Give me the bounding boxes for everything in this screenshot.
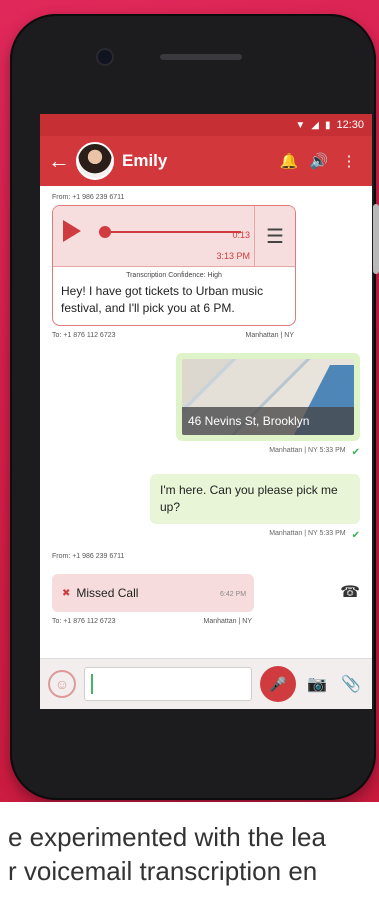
speaker-icon[interactable]: 🔊 [304, 152, 334, 170]
voicemail-location: Manhattan | NY [245, 332, 294, 339]
voicemail-card: 0:13 3:13 PM ☰ Transcription Confidence:… [52, 205, 296, 326]
map-bubble[interactable]: 46 Nevins St, Brooklyn [176, 353, 360, 441]
chat-thread: From: +1 986 239 6711 0:13 3:13 PM ☰ Tra… [40, 186, 372, 633]
delivered-check-icon: ✔ [351, 530, 360, 541]
app-bar: ← Emily 🔔 🔊 ⋮ [40, 136, 372, 186]
location-meta: Manhattan | NY 5:33 PM ✔ [269, 447, 360, 458]
avatar[interactable] [76, 142, 114, 180]
sent-message-bubble[interactable]: I'm here. Can you please pick me up? [150, 474, 360, 524]
wifi-icon: ▼ [295, 119, 306, 131]
audio-elapsed: 0:13 [232, 230, 250, 240]
missed-call-from: From: +1 986 239 6711 [52, 553, 125, 560]
voicemail-from: From: +1 986 239 6711 [52, 194, 125, 201]
microphone-icon[interactable]: 🎤 [260, 666, 296, 702]
voicemail-transcript: Hey! I have got tickets to Urban music f… [61, 284, 264, 315]
voicemail-to: To: +1 876 112 6723 [52, 332, 116, 339]
text-caret [91, 674, 93, 694]
missed-call-icon: ✖ [62, 587, 71, 599]
back-arrow-icon[interactable]: ← [48, 148, 76, 174]
text-message: I'm here. Can you please pick me up? Man… [52, 458, 360, 541]
battery-icon: ▮ [324, 119, 331, 131]
front-camera [98, 50, 112, 64]
missed-call-block: From: +1 986 239 6711 ✖ Missed Call 6:42… [52, 553, 360, 625]
bell-icon[interactable]: 🔔 [274, 152, 304, 170]
emoji-icon[interactable]: ☺ [48, 670, 76, 698]
audio-seek-track[interactable] [101, 231, 241, 233]
phone-screen: ▼ ◢ ▮ 12:30 ← Emily 🔔 🔊 ⋮ From: +1 986 2… [40, 114, 372, 709]
caption-line-1: e experimented with the lea [8, 822, 326, 852]
map-address: 46 Nevins St, Brooklyn [182, 407, 354, 435]
earpiece-speaker [160, 54, 242, 60]
missed-call-label: Missed Call [76, 586, 139, 600]
map-thumbnail: 46 Nevins St, Brooklyn [182, 359, 354, 435]
delivered-check-icon: ✔ [351, 447, 360, 458]
hero-background: ▼ ◢ ▮ 12:30 ← Emily 🔔 🔊 ⋮ From: +1 986 2… [0, 0, 379, 802]
signal-icon: ◢ [311, 119, 319, 131]
location-message: 46 Nevins St, Brooklyn Manhattan | NY 5:… [52, 339, 360, 458]
camera-icon[interactable]: 📷 [304, 671, 330, 697]
caption-line-2: r voicemail transcription en [8, 856, 318, 886]
voicemail-timestamp: 3:13 PM [216, 251, 250, 261]
missed-call-location: Manhattan | NY [203, 618, 252, 625]
side-button [373, 204, 379, 274]
status-bar: ▼ ◢ ▮ 12:30 [40, 114, 372, 136]
status-time: 12:30 [336, 119, 364, 131]
call-back-icon[interactable]: ☎ [340, 582, 360, 602]
missed-call-time: 6:42 PM [219, 591, 247, 598]
missed-call-meta: To: +1 876 112 6723 Manhattan | NY [52, 618, 252, 625]
attachment-icon[interactable]: 📎 [338, 671, 364, 697]
play-icon[interactable] [63, 220, 81, 242]
more-icon[interactable]: ⋮ [334, 152, 364, 170]
missed-call-to: To: +1 876 112 6723 [52, 618, 116, 625]
audio-seek-knob[interactable] [99, 226, 111, 238]
text-message-meta: Manhattan | NY 5:33 PM ✔ [269, 530, 360, 541]
message-composer: ☺ 🎤 📷 📎 [40, 658, 372, 709]
message-input[interactable] [84, 667, 252, 701]
contact-name: Emily [122, 151, 168, 170]
phone-frame: ▼ ◢ ▮ 12:30 ← Emily 🔔 🔊 ⋮ From: +1 986 2… [10, 14, 379, 800]
voicemail-player: 0:13 3:13 PM ☰ [53, 206, 295, 267]
article-caption: e experimented with the lea r voicemail … [0, 820, 379, 888]
missed-call-bubble[interactable]: ✖ Missed Call 6:42 PM [52, 574, 255, 612]
transcript-menu-icon[interactable]: ☰ [254, 206, 295, 266]
transcription-confidence: Transcription Confidence: High [126, 272, 222, 279]
voicemail-meta: To: +1 876 112 6723 Manhattan | NY [52, 332, 294, 339]
